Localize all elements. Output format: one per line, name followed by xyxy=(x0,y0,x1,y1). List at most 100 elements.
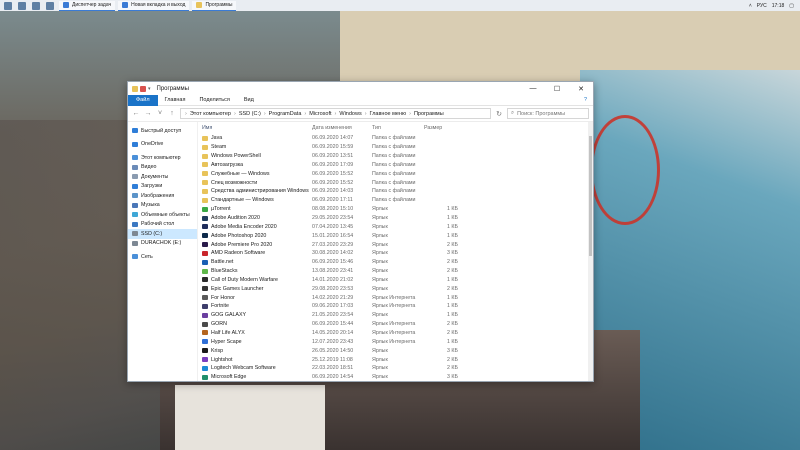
table-row[interactable]: Fortnite 09.06.2020 17:03 Ярлык Интернета 1… xyxy=(198,302,593,311)
table-row[interactable]: µTorrent 08.08.2020 15:10 Ярлык 1 КБ xyxy=(198,205,593,214)
sidebar-item[interactable]: SSD (C:) xyxy=(128,229,197,239)
table-row[interactable]: Adobe Premiere Pro 2020 27.03.2020 23:29 Я… xyxy=(198,240,593,249)
table-row[interactable]: GOG GALAXY 21.05.2020 23:54 Ярлык 1 КБ xyxy=(198,311,593,320)
table-row[interactable]: Спец возможности 06.09.2020 15:52 Папка с … xyxy=(198,178,593,187)
sidebar-item[interactable]: Изображения xyxy=(128,191,197,201)
chevron-right-icon[interactable]: › xyxy=(335,111,337,117)
table-row[interactable]: Adobe Audition 2020 29.05.2020 23:54 Ярлык… xyxy=(198,214,593,223)
breadcrumb[interactable]: › Этот компьютер › SSD (C:) › ProgramData › Mic… xyxy=(180,108,491,119)
breadcrumb-item[interactable]: Microsoft xyxy=(309,111,331,117)
file-name-cell[interactable]: Adobe Media Encoder 2020 xyxy=(202,224,312,230)
quick-access-icon[interactable] xyxy=(140,85,146,92)
forward-arrow-icon[interactable]: → xyxy=(144,110,152,117)
breadcrumb-item[interactable]: ProgramData xyxy=(269,111,302,117)
file-name-cell[interactable]: BlueStacks xyxy=(202,268,312,274)
maximize-button[interactable]: ☐ xyxy=(545,82,569,95)
table-row[interactable]: Автозагрузка 06.09.2020 17:09 Папка с файл… xyxy=(198,161,593,170)
file-name-cell[interactable]: Epic Games Launcher xyxy=(202,286,312,292)
table-row[interactable]: GORN 06.09.2020 15:44 Ярлык Интернета 2 КБ xyxy=(198,320,593,329)
clock[interactable]: 17:18 xyxy=(772,3,785,9)
file-name-cell[interactable]: GOG GALAXY xyxy=(202,312,312,318)
file-name-cell[interactable]: For Honor xyxy=(202,295,312,301)
sidebar-item[interactable]: Рабочий стол xyxy=(128,220,197,230)
taskbar-app-task-manager[interactable]: Диспетчер задач xyxy=(59,0,116,11)
chevron-down-icon[interactable]: ▾ xyxy=(148,86,151,92)
table-row[interactable]: Java 06.09.2020 14:07 Папка с файлами xyxy=(198,134,593,143)
sidebar-item[interactable]: Видео xyxy=(128,163,197,173)
table-row[interactable]: Steam 06.09.2020 15:59 Папка с файлами xyxy=(198,143,593,152)
column-date[interactable]: Дата изменения xyxy=(312,125,372,131)
table-row[interactable]: Call of Duty Modern Warfare 14.01.2020 21… xyxy=(198,276,593,285)
column-name[interactable]: Имя xyxy=(202,125,312,131)
table-row[interactable]: Adobe Media Encoder 2020 07.04.2020 13:45… xyxy=(198,222,593,231)
file-name-cell[interactable]: Lightshot xyxy=(202,357,312,363)
chevron-right-icon[interactable]: › xyxy=(185,111,187,117)
file-name-cell[interactable]: Adobe Audition 2020 xyxy=(202,215,312,221)
sidebar-item[interactable]: Загрузки xyxy=(128,182,197,192)
file-name-cell[interactable]: GORN xyxy=(202,321,312,327)
file-name-cell[interactable]: Спец возможности xyxy=(202,180,312,186)
minimize-button[interactable]: — xyxy=(521,82,545,95)
breadcrumb-item[interactable]: Главное меню xyxy=(370,111,407,117)
file-name-cell[interactable]: Fortnite xyxy=(202,303,312,309)
notifications-icon[interactable]: ▢ xyxy=(789,3,794,9)
search-input[interactable]: ⌕ Поиск: Программы xyxy=(507,108,589,119)
file-name-cell[interactable]: Adobe Premiere Pro 2020 xyxy=(202,242,312,248)
column-type[interactable]: Тип xyxy=(372,125,424,131)
table-row[interactable]: Служебные — Windows 06.09.2020 15:52 Папка… xyxy=(198,169,593,178)
breadcrumb-item[interactable]: SSD (C:) xyxy=(239,111,261,117)
sidebar-item[interactable]: Объемные объекты xyxy=(128,210,197,220)
file-name-cell[interactable]: Half Life ALYX xyxy=(202,330,312,336)
sidebar-item[interactable]: Сеть xyxy=(128,252,197,262)
file-name-cell[interactable]: AMD Radeon Software xyxy=(202,250,312,256)
taskbar-app-explorer[interactable]: Программы xyxy=(192,0,237,11)
column-size[interactable]: Размер xyxy=(424,125,458,131)
file-name-cell[interactable]: Call of Duty Modern Warfare xyxy=(202,277,312,283)
table-row[interactable]: Стандартные — Windows 06.09.2020 17:11 Пап… xyxy=(198,196,593,205)
file-name-cell[interactable]: Microsoft Edge xyxy=(202,374,312,380)
file-name-cell[interactable]: Hyper Scape xyxy=(202,339,312,345)
table-row[interactable]: Windows PowerShell 06.09.2020 13:51 Папка … xyxy=(198,152,593,161)
scrollbar-thumb[interactable] xyxy=(589,136,592,256)
file-name-cell[interactable]: Стандартные — Windows xyxy=(202,197,312,203)
sidebar-item[interactable]: Документы xyxy=(128,172,197,182)
table-row[interactable]: BlueStacks 13.08.2020 23:41 Ярлык 2 КБ xyxy=(198,267,593,276)
help-icon[interactable]: ? xyxy=(584,97,593,103)
breadcrumb-item[interactable]: Программы xyxy=(414,111,444,117)
title-bar[interactable]: ▾ Программы — ☐ ✕ xyxy=(128,82,593,95)
recent-dropdown-icon[interactable]: ˅ xyxy=(156,110,164,117)
table-row[interactable]: Adobe Photoshop 2020 15.01.2020 16:54 Ярлы… xyxy=(198,231,593,240)
sidebar-item[interactable]: OneDrive xyxy=(128,140,197,150)
table-row[interactable]: Krisp 26.05.2020 14:50 Ярлык 3 КБ xyxy=(198,346,593,355)
table-row[interactable]: AMD Radeon Software 30.08.2020 14:02 Ярлык… xyxy=(198,249,593,258)
chevron-up-icon[interactable]: ˄ xyxy=(749,3,752,9)
taskbar-app-browser[interactable]: Новая вкладка и выход xyxy=(118,0,190,11)
browser-icon[interactable] xyxy=(46,1,54,10)
file-name-cell[interactable]: Служебные — Windows xyxy=(202,171,312,177)
start-icon[interactable] xyxy=(4,1,12,10)
table-row[interactable]: Lightshot 25.12.2019 11:08 Ярлык 2 КБ xyxy=(198,355,593,364)
chevron-right-icon[interactable]: › xyxy=(409,111,411,117)
file-name-cell[interactable]: µTorrent xyxy=(202,206,312,212)
up-arrow-icon[interactable]: ↑ xyxy=(168,110,176,117)
sidebar-item[interactable]: Музыка xyxy=(128,201,197,211)
language-indicator[interactable]: РУС xyxy=(757,3,767,9)
file-name-cell[interactable]: Java xyxy=(202,135,312,141)
table-row[interactable]: Средства администрирования Windows 06.09.… xyxy=(198,187,593,196)
breadcrumb-item[interactable]: Windows xyxy=(339,111,361,117)
tab-view[interactable]: Вид xyxy=(237,97,261,103)
vertical-scrollbar[interactable] xyxy=(588,122,593,381)
file-name-cell[interactable]: Автозагрузка xyxy=(202,162,312,168)
breadcrumb-item[interactable]: Этот компьютер xyxy=(190,111,231,117)
file-name-cell[interactable]: Krisp xyxy=(202,348,312,354)
explorer-icon[interactable] xyxy=(32,1,40,10)
file-name-cell[interactable]: Windows PowerShell xyxy=(202,153,312,159)
tab-share[interactable]: Поделиться xyxy=(192,97,236,103)
sidebar-item[interactable]: Быстрый доступ xyxy=(128,126,197,136)
back-arrow-icon[interactable]: ← xyxy=(132,110,140,117)
sidebar-item[interactable]: Этот компьютер xyxy=(128,153,197,163)
table-row[interactable]: Half Life ALYX 14.05.2020 20:14 Ярлык Инте… xyxy=(198,329,593,338)
file-name-cell[interactable]: Battle.net xyxy=(202,259,312,265)
table-row[interactable]: For Honor 14.02.2020 21:29 Ярлык Интернета… xyxy=(198,293,593,302)
table-row[interactable]: Epic Games Launcher 29.08.2020 23:53 Ярлык… xyxy=(198,284,593,293)
